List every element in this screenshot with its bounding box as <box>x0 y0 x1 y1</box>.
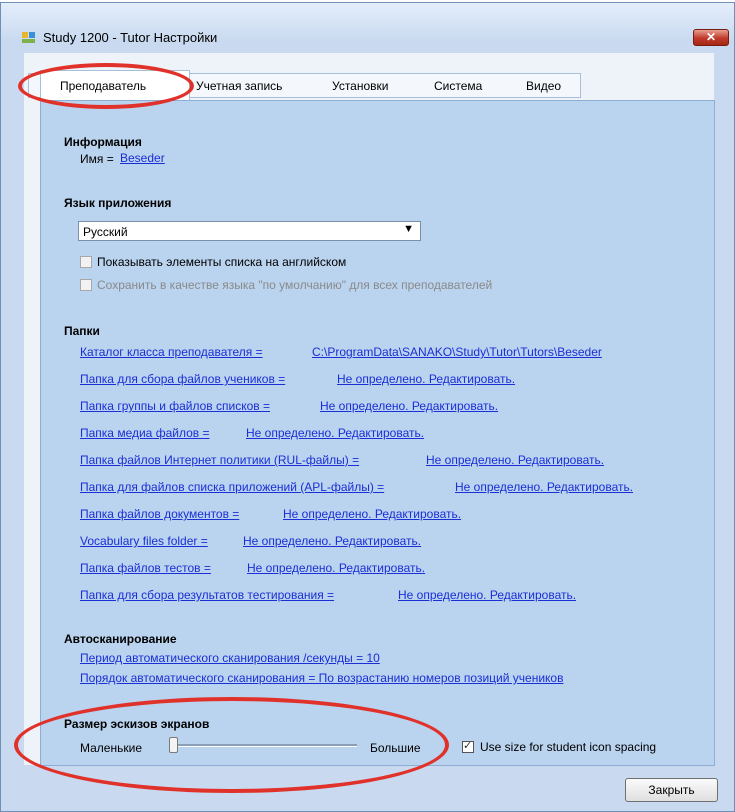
folder-value-link[interactable]: Не определено. Редактировать. <box>455 480 633 494</box>
folder-value-link[interactable]: Не определено. Редактировать. <box>398 588 576 602</box>
folder-label-link[interactable]: Каталог класса преподавателя = <box>80 345 263 359</box>
info-heading: Информация <box>64 135 142 149</box>
tab-video[interactable]: Видео <box>526 79 561 93</box>
folder-value-link[interactable]: Не определено. Редактировать. <box>320 399 498 413</box>
title-bar[interactable]: Study 1200 - Tutor Настройки ✕ <box>1 3 734 46</box>
folder-value-link[interactable]: Не определено. Редактировать. <box>246 426 424 440</box>
tab-installations[interactable]: Установки <box>332 79 388 93</box>
folder-value-link[interactable]: Не определено. Редактировать. <box>243 534 421 548</box>
icon-spacing-label: Use size for student icon spacing <box>480 740 657 754</box>
folder-label-link[interactable]: Папка группы и файлов списков = <box>80 399 270 413</box>
folder-value-link[interactable]: Не определено. Редактировать. <box>426 453 604 467</box>
show-english-label: Показывать элементы списка на английском <box>97 255 347 269</box>
close-icon: ✕ <box>705 30 717 44</box>
folder-label-link[interactable]: Папка файлов документов = <box>80 507 239 521</box>
name-label: Имя = <box>80 152 114 166</box>
folder-label-link[interactable]: Папка файлов Интернет политики (RUL-файл… <box>80 453 359 467</box>
folder-value-link[interactable]: Не определено. Редактировать. <box>283 507 461 521</box>
show-english-checkbox[interactable] <box>80 256 92 268</box>
folder-value-link[interactable]: Не определено. Редактировать. <box>337 372 515 386</box>
checkmark-icon: ✓ <box>463 740 473 752</box>
autoscan-heading: Автосканирование <box>64 632 177 646</box>
folder-label-link[interactable]: Папка для файлов списка приложений (APL-… <box>80 480 384 494</box>
folder-value-link[interactable]: Не определено. Редактировать. <box>247 561 425 575</box>
save-default-label: Сохранить в качестве языка "по умолчанию… <box>97 278 493 292</box>
language-heading: Язык приложения <box>64 196 172 210</box>
folders-heading: Папки <box>64 324 100 338</box>
window-title: Study 1200 - Tutor Настройки <box>43 30 218 45</box>
icon-spacing-checkbox[interactable]: ✓ <box>462 740 474 753</box>
name-link[interactable]: Beseder <box>120 151 165 165</box>
folder-label-link[interactable]: Vocabulary files folder = <box>80 534 208 548</box>
folder-value-link[interactable]: C:\ProgramData\SANAKO\Study\Tutor\Tutors… <box>312 345 602 359</box>
close-dialog-button[interactable]: Закрыть <box>625 778 718 802</box>
autoscan-order-link[interactable]: Порядок автоматического сканирования = П… <box>80 671 563 685</box>
window-close-button[interactable]: ✕ <box>693 29 729 46</box>
annotation-ellipse-thumbnails <box>14 697 449 793</box>
app-icon <box>22 32 35 43</box>
save-default-checkbox[interactable] <box>80 279 92 291</box>
autoscan-period-link[interactable]: Период автоматического сканирования /сек… <box>80 651 380 665</box>
language-select[interactable]: Русский ▼ <box>78 221 421 241</box>
dropdown-arrow-icon: ▼ <box>403 223 414 235</box>
language-select-value: Русский <box>83 225 128 239</box>
tab-account[interactable]: Учетная запись <box>196 79 282 93</box>
folder-label-link[interactable]: Папка для сбора файлов учеников = <box>80 372 285 386</box>
annotation-ellipse-tab <box>18 63 194 109</box>
tab-system[interactable]: Система <box>434 79 482 93</box>
folder-label-link[interactable]: Папка для сбора результатов тестирования… <box>80 588 334 602</box>
folder-label-link[interactable]: Папка файлов тестов = <box>80 561 211 575</box>
folder-label-link[interactable]: Папка медиа файлов = <box>80 426 209 440</box>
